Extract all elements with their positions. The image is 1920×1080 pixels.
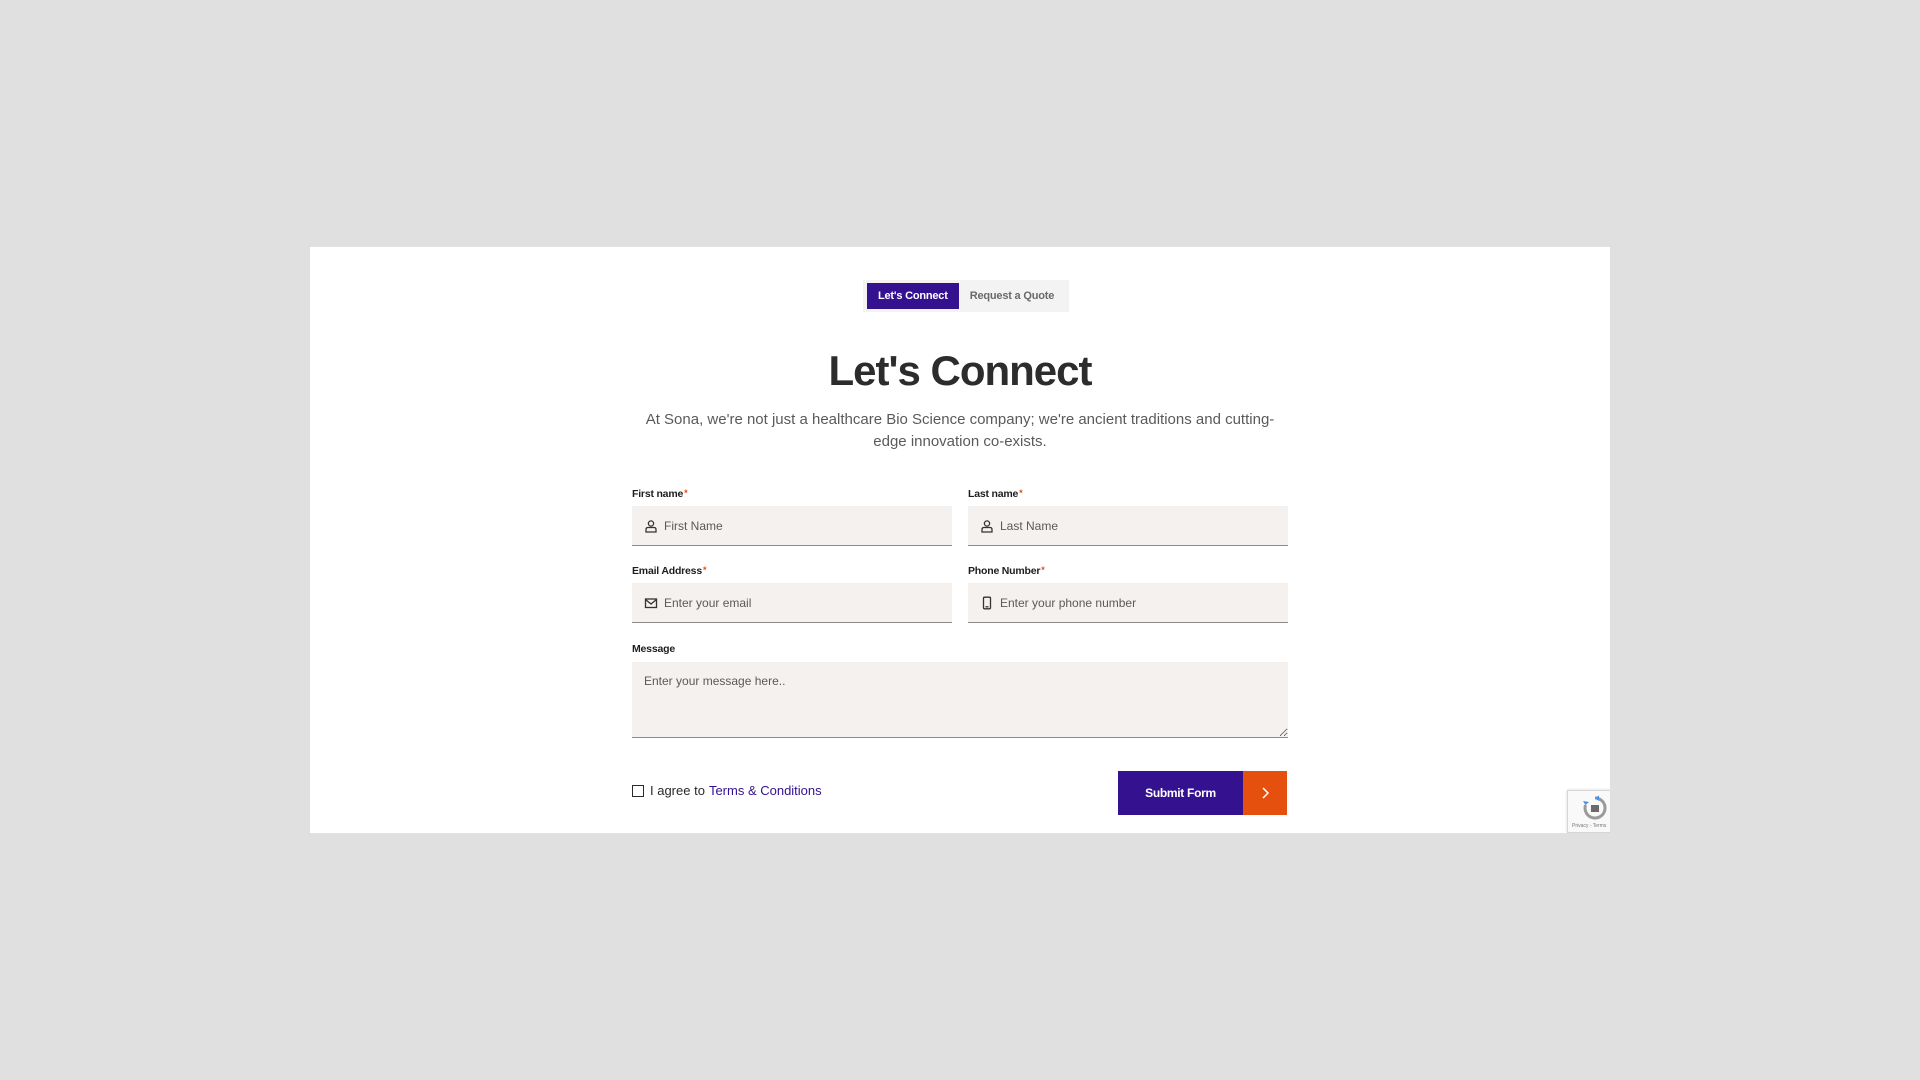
agree-text: I agree to bbox=[650, 783, 705, 798]
first-name-field[interactable] bbox=[632, 506, 952, 546]
first-name-label: First name* bbox=[632, 488, 688, 500]
page-subtitle: At Sona, we're not just a healthcare Bio… bbox=[645, 411, 1275, 450]
recaptcha-badge[interactable]: Privacy - Terms bbox=[1567, 790, 1610, 833]
phone-label-text: Phone Number bbox=[968, 565, 1041, 577]
submit-button[interactable]: Submit Form bbox=[1118, 771, 1287, 815]
email-label: Email Address* bbox=[632, 565, 707, 577]
submit-arrow bbox=[1243, 771, 1287, 815]
required-marker: * bbox=[702, 565, 707, 575]
phone-input[interactable] bbox=[1000, 595, 1270, 610]
first-name-input[interactable] bbox=[664, 518, 934, 533]
terms-link[interactable]: Terms & Conditions bbox=[709, 783, 822, 798]
contact-panel: Let's Connect Request a Quote Let's Conn… bbox=[310, 247, 1610, 833]
submit-label: Submit Form bbox=[1118, 771, 1243, 815]
message-textarea[interactable] bbox=[632, 662, 1288, 738]
page-title: Let's Connect bbox=[828, 347, 1092, 394]
recaptcha-footer[interactable]: Privacy - Terms bbox=[1572, 823, 1606, 829]
email-label-text: Email Address bbox=[632, 565, 702, 577]
recaptcha-icon bbox=[1583, 795, 1607, 820]
last-name-field[interactable] bbox=[968, 506, 1288, 546]
first-name-label-text: First name bbox=[632, 488, 684, 500]
mail-icon bbox=[644, 597, 658, 608]
last-name-input[interactable] bbox=[1000, 518, 1270, 533]
email-field[interactable] bbox=[632, 583, 952, 623]
terms-checkbox[interactable] bbox=[632, 784, 644, 797]
message-label: Message bbox=[632, 643, 675, 655]
required-marker: * bbox=[684, 488, 688, 498]
email-input[interactable] bbox=[664, 595, 934, 610]
phone-field[interactable] bbox=[968, 583, 1288, 623]
last-name-label-text: Last name bbox=[968, 488, 1019, 500]
required-marker: * bbox=[1041, 565, 1045, 575]
phone-icon bbox=[982, 596, 992, 609]
user-icon bbox=[645, 519, 657, 533]
phone-label: Phone Number* bbox=[968, 565, 1045, 577]
chevron-right-icon bbox=[1262, 787, 1270, 799]
tab-request-quote[interactable]: Request a Quote bbox=[959, 283, 1065, 309]
user-icon bbox=[981, 519, 993, 533]
last-name-label: Last name* bbox=[968, 488, 1023, 500]
form-tabs: Let's Connect Request a Quote bbox=[863, 280, 1070, 312]
required-marker: * bbox=[1019, 488, 1023, 498]
tab-lets-connect[interactable]: Let's Connect bbox=[867, 283, 959, 309]
terms-agreement: I agree to Terms & Conditions bbox=[632, 783, 822, 798]
